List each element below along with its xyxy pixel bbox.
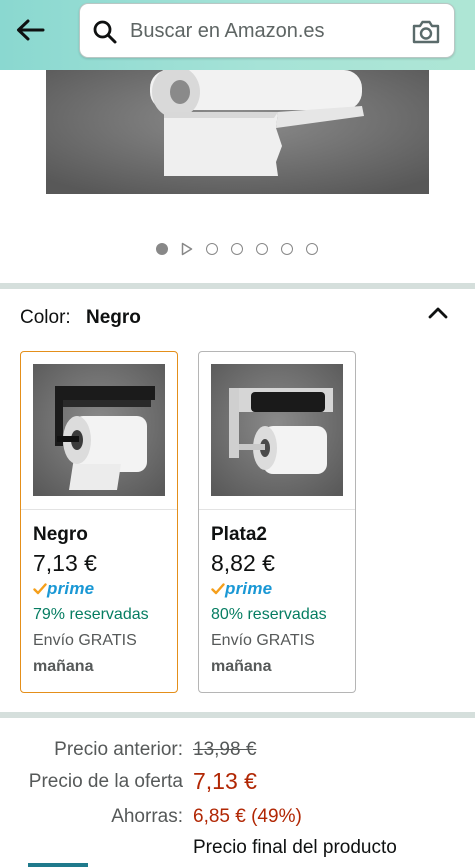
delivery-day: mañana bbox=[211, 658, 272, 675]
final-price-note: Precio final del producto bbox=[193, 837, 397, 858]
product-thumbnail bbox=[33, 364, 165, 496]
search-input[interactable] bbox=[130, 14, 400, 48]
shipping-info: Envío GRATIS bbox=[211, 632, 315, 649]
swatch-image-area bbox=[199, 352, 355, 510]
carousel-dot[interactable] bbox=[281, 243, 293, 255]
swatch-image-area bbox=[21, 352, 177, 510]
carousel-indicator bbox=[0, 241, 475, 257]
search-icon bbox=[93, 20, 117, 44]
reserved-percentage: 79% reservadas bbox=[33, 606, 149, 623]
arrow-left-icon bbox=[17, 19, 45, 41]
prime-label: prime bbox=[47, 579, 95, 598]
option-price: 8,82 € bbox=[211, 550, 275, 576]
reserved-percentage: 80% reservadas bbox=[211, 606, 327, 623]
prime-check-icon bbox=[211, 583, 225, 595]
section-divider bbox=[0, 283, 475, 289]
prime-badge: prime bbox=[33, 579, 94, 599]
carousel-dot[interactable] bbox=[306, 243, 318, 255]
carousel-dot[interactable] bbox=[206, 243, 218, 255]
camera-icon[interactable] bbox=[410, 17, 442, 47]
video-play-icon[interactable] bbox=[181, 242, 193, 256]
delivery-day: mañana bbox=[33, 658, 94, 675]
carousel-dot[interactable] bbox=[256, 243, 268, 255]
shipping-info: Envío GRATIS bbox=[33, 632, 137, 649]
prime-label: prime bbox=[225, 579, 273, 598]
savings-value: 6,85 € (49%) bbox=[193, 806, 302, 827]
top-header bbox=[0, 0, 475, 70]
color-option-plata2[interactable]: Plata2 8,82 € prime 80% reservadas Envío… bbox=[198, 351, 356, 693]
savings-label: Ahorras: bbox=[111, 806, 183, 827]
deal-price-value: 7,13 € bbox=[193, 768, 257, 794]
bottom-indicator bbox=[28, 863, 88, 867]
deal-price-label: Precio de la oferta bbox=[28, 771, 183, 792]
product-thumbnail bbox=[211, 364, 343, 496]
carousel-dot[interactable] bbox=[156, 243, 168, 255]
section-divider bbox=[0, 712, 475, 718]
color-selector-header: Color: Negro bbox=[20, 307, 141, 329]
color-label: Color: bbox=[20, 307, 71, 328]
deal-price-row: Precio de la oferta 7,13 € bbox=[0, 768, 475, 798]
carousel-dot[interactable] bbox=[231, 243, 243, 255]
savings-row: Ahorras: 6,85 € (49%) bbox=[0, 806, 475, 830]
product-image[interactable] bbox=[46, 70, 429, 194]
option-name: Negro bbox=[33, 524, 88, 545]
color-option-negro[interactable]: Negro 7,13 € prime 79% reservadas Envío … bbox=[20, 351, 178, 693]
toilet-paper-photo bbox=[46, 70, 429, 194]
prime-badge: prime bbox=[211, 579, 272, 599]
option-price: 7,13 € bbox=[33, 550, 97, 576]
prime-check-icon bbox=[33, 583, 47, 595]
back-button[interactable] bbox=[12, 14, 48, 46]
previous-price-label: Precio anterior: bbox=[54, 739, 183, 760]
previous-price-value: 13,98 € bbox=[193, 739, 257, 760]
option-name: Plata2 bbox=[211, 524, 267, 545]
color-selected-value: Negro bbox=[85, 307, 141, 328]
search-bar[interactable] bbox=[79, 3, 455, 58]
previous-price-row: Precio anterior: 13,98 € bbox=[0, 739, 475, 763]
chevron-up-icon[interactable] bbox=[425, 302, 451, 324]
